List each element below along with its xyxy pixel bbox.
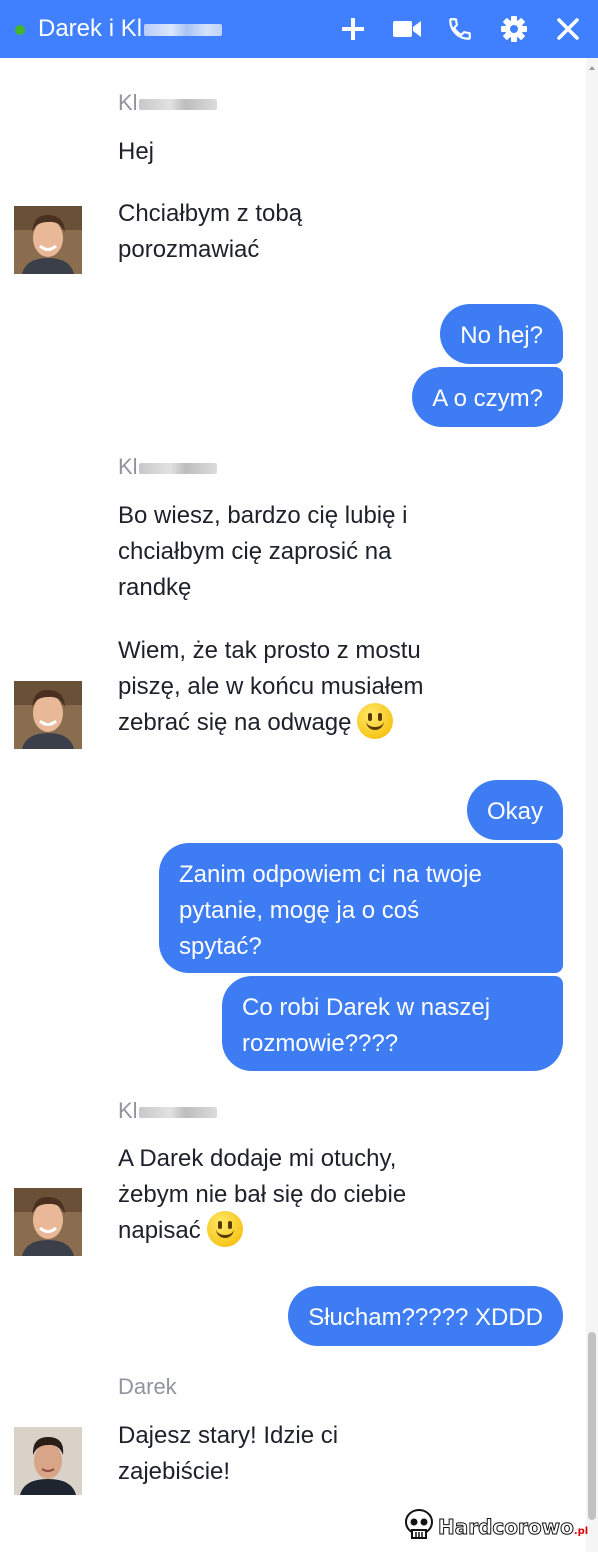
blurred-name bbox=[138, 462, 217, 474]
incoming-message[interactable]: Bo wiesz, bardzo cię lubię i chciałbym c… bbox=[118, 498, 407, 606]
incoming-message[interactable]: Hej bbox=[118, 134, 154, 170]
scrollbar-thumb[interactable] bbox=[588, 1332, 596, 1520]
close-icon bbox=[557, 18, 579, 40]
watermark-suffix: .pl bbox=[573, 1526, 589, 1537]
chat-title-text: Darek i Kl bbox=[38, 15, 143, 42]
outgoing-message[interactable]: Zanim odpowiem ci na twoje pytanie, mogę… bbox=[159, 843, 563, 973]
watermark-text: Hardcorowo.pl bbox=[438, 1515, 589, 1540]
voice-call-button[interactable] bbox=[443, 12, 477, 46]
sender-name: Kl bbox=[118, 454, 217, 480]
outgoing-message[interactable]: Okay bbox=[466, 780, 563, 840]
avatar[interactable] bbox=[14, 1427, 82, 1495]
online-status-dot bbox=[15, 25, 25, 35]
chat-title[interactable]: Darek i Kl bbox=[38, 13, 223, 45]
message-text: A Darek dodaje mi otuchy, żebym nie bał … bbox=[118, 1145, 407, 1244]
sender-name-text: Kl bbox=[118, 90, 138, 115]
plus-icon bbox=[342, 18, 364, 40]
blurred-name bbox=[138, 1106, 217, 1118]
blurred-name bbox=[138, 98, 217, 110]
chat-header: Darek i Kl bbox=[0, 0, 598, 58]
outgoing-message[interactable]: A o czym? bbox=[412, 367, 563, 427]
avatar[interactable] bbox=[14, 681, 82, 749]
scroll-up-arrow-icon[interactable] bbox=[589, 66, 595, 70]
scrollbar-track[interactable] bbox=[586, 58, 598, 1552]
close-button[interactable] bbox=[551, 12, 585, 46]
outgoing-message[interactable]: No hej? bbox=[440, 304, 563, 364]
sender-name: Kl bbox=[118, 1098, 217, 1124]
smile-emoji-icon bbox=[206, 1210, 243, 1247]
avatar[interactable] bbox=[14, 1188, 82, 1256]
watermark: Hardcorowo.pl bbox=[400, 1508, 592, 1544]
outgoing-message[interactable]: Słucham????? XDDD bbox=[288, 1286, 563, 1346]
watermark-brand: Hardcorowo bbox=[438, 1515, 575, 1540]
gear-icon bbox=[501, 16, 527, 42]
sender-name-text: Kl bbox=[118, 1098, 138, 1123]
video-icon bbox=[393, 21, 421, 37]
sender-name: Darek bbox=[118, 1374, 177, 1399]
incoming-message[interactable]: Dajesz stary! Idzie ci zajebiście! bbox=[118, 1418, 338, 1490]
phone-icon bbox=[449, 18, 471, 40]
settings-button[interactable] bbox=[497, 12, 531, 46]
incoming-message[interactable]: Wiem, że tak prosto z mostu piszę, ale w… bbox=[118, 633, 423, 742]
incoming-message[interactable]: Chciałbym z tobą porozmawiać bbox=[118, 196, 302, 268]
video-call-button[interactable] bbox=[390, 12, 424, 46]
sender-name-text: Kl bbox=[118, 454, 138, 479]
outgoing-message[interactable]: Co robi Darek w naszej rozmowie???? bbox=[222, 976, 563, 1071]
avatar[interactable] bbox=[14, 206, 82, 274]
blurred-name bbox=[144, 23, 223, 36]
sender-name: Kl bbox=[118, 90, 217, 116]
incoming-message[interactable]: A Darek dodaje mi otuchy, żebym nie bał … bbox=[118, 1141, 406, 1250]
add-person-button[interactable] bbox=[336, 12, 370, 46]
skull-logo-icon bbox=[405, 1509, 433, 1539]
smile-emoji-icon bbox=[357, 702, 394, 739]
